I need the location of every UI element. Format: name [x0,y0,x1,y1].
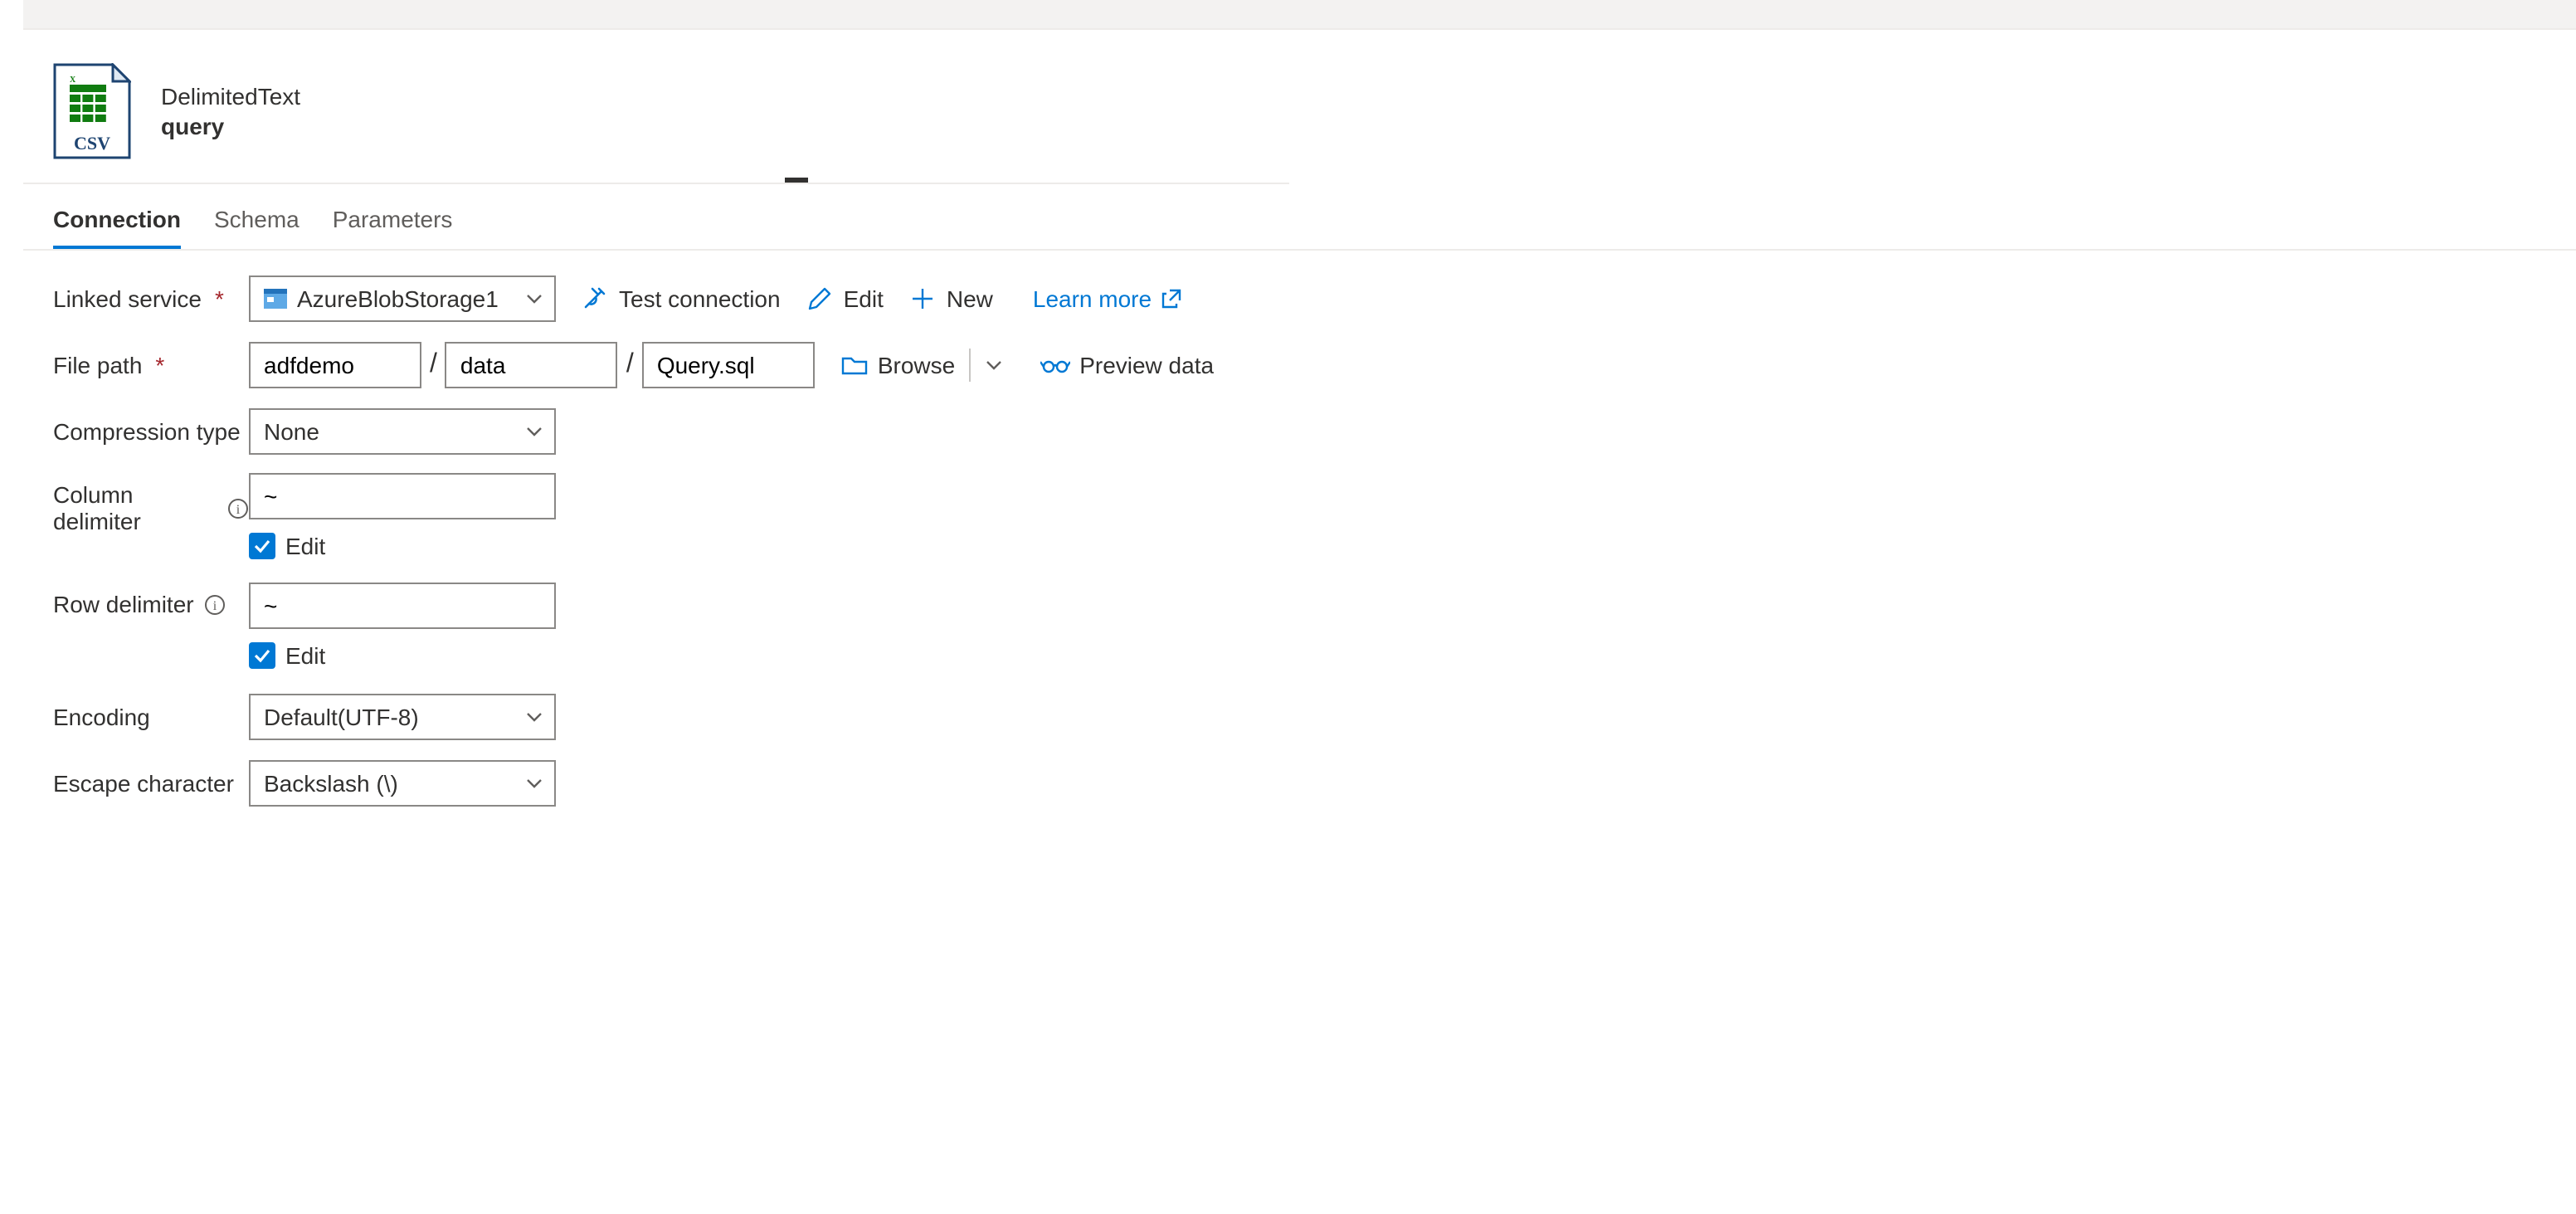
checkmark-icon [252,536,272,556]
plug-icon [582,285,609,312]
glasses-icon [1040,355,1069,375]
compression-type-dropdown[interactable]: None [249,408,556,455]
required-asterisk: * [215,285,224,312]
folder-icon [841,352,868,378]
browse-dropdown-button[interactable] [976,355,1010,375]
file-path-container-input[interactable] [249,342,421,388]
connection-form: Linked service* AzureBlobStorage1 [23,251,2576,848]
svg-text:i: i [212,598,217,612]
checkmark-icon [252,646,272,666]
storage-icon [264,289,287,309]
dataset-name: query [161,113,300,139]
field-file-path: File path* / / Browse [53,340,2546,390]
learn-more-link[interactable]: Learn more [1030,285,1185,312]
field-encoding: Encoding Default(UTF-8) [53,692,2546,742]
dataset-type-label: DelimitedText [161,83,300,110]
row-delimiter-edit-label: Edit [285,642,325,669]
top-tab-bar [23,0,2576,30]
field-linked-service: Linked service* AzureBlobStorage1 [53,274,2546,324]
tab-connection[interactable]: Connection [53,193,181,249]
column-delimiter-input[interactable] [249,473,556,519]
label-linked-service: Linked service* [53,285,249,312]
column-delimiter-edit-row: Edit [249,526,556,566]
svg-text:i: i [236,502,241,516]
encoding-dropdown[interactable]: Default(UTF-8) [249,694,556,740]
chevron-down-icon [983,355,1003,375]
chevron-down-icon [514,773,554,793]
preview-data-button[interactable]: Preview data [1036,352,1217,378]
divider [968,349,970,382]
path-separator: / [421,350,446,380]
row-delimiter-edit-checkbox[interactable] [249,642,275,669]
chevron-down-icon [514,707,554,727]
column-delimiter-edit-checkbox[interactable] [249,533,275,559]
chevron-down-icon [514,289,554,309]
linked-service-dropdown[interactable]: AzureBlobStorage1 [249,275,556,322]
csv-file-icon: X CSV [53,63,131,159]
browse-button[interactable]: Browse [838,352,958,378]
column-delimiter-edit-label: Edit [285,533,325,559]
field-escape-character: Escape character Backslash (\) [53,758,2546,808]
label-column-delimiter: Column delimiter i [53,473,249,534]
dataset-header: X CSV DelimitedText query [23,30,2576,183]
tab-parameters[interactable]: Parameters [333,193,453,249]
dataset-panel: X CSV DelimitedText query Connection Sch… [23,30,2576,848]
new-linked-service-button[interactable]: New [907,285,996,312]
label-row-delimiter: Row delimiter i [53,583,249,617]
field-row-delimiter: Row delimiter i Edit [53,583,2546,675]
label-compression-type: Compression type [53,418,249,445]
field-column-delimiter: Column delimiter i Edit [53,473,2546,566]
panel-resize-handle[interactable] [23,183,1289,193]
row-delimiter-input[interactable] [249,583,556,629]
svg-text:X: X [70,76,76,85]
external-link-icon [1161,289,1181,309]
plus-icon [910,285,937,312]
escape-character-dropdown[interactable]: Backslash (\) [249,760,556,807]
tab-bar: Connection Schema Parameters [23,193,2576,251]
required-asterisk: * [155,352,164,378]
label-encoding: Encoding [53,704,249,730]
tab-schema[interactable]: Schema [214,193,299,249]
pencil-icon [807,285,834,312]
info-icon[interactable]: i [204,593,226,615]
edit-linked-service-button[interactable]: Edit [804,285,887,312]
path-separator: / [618,350,642,380]
row-delimiter-edit-row: Edit [249,636,556,675]
label-escape-character: Escape character [53,770,249,797]
file-path-file-input[interactable] [642,342,815,388]
info-icon[interactable]: i [227,497,249,519]
file-path-folder-input[interactable] [446,342,618,388]
label-file-path: File path* [53,352,249,378]
chevron-down-icon [514,422,554,441]
test-connection-button[interactable]: Test connection [579,285,784,312]
field-compression-type: Compression type None [53,407,2546,456]
svg-text:CSV: CSV [74,133,110,154]
